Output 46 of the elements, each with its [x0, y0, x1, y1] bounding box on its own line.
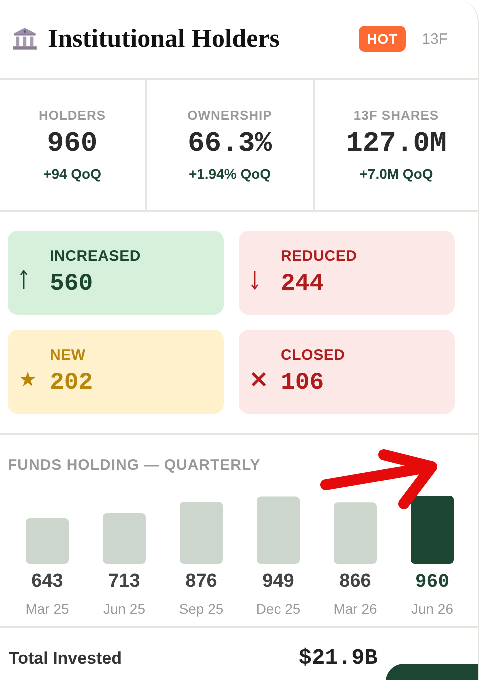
bar	[26, 518, 69, 564]
star-icon	[20, 370, 36, 388]
stat-value: 127.0M	[346, 129, 447, 160]
stat-value: 960	[47, 129, 98, 160]
stat-change: +1.94% QoQ	[188, 166, 272, 182]
up-arrow-icon	[20, 270, 28, 290]
stat-label: OWNERSHIP	[188, 108, 272, 123]
chart-title: FUNDS HOLDING — QUARTERLY	[8, 457, 262, 474]
tile-label: CLOSED	[281, 347, 346, 364]
stat-change: +94 QoQ	[44, 166, 102, 182]
bank-icon	[12, 26, 38, 52]
card-title: Institutional Holders	[48, 24, 280, 54]
tile-value: 106	[281, 370, 326, 397]
bar	[103, 514, 146, 564]
bar-value: 866	[340, 571, 372, 592]
axis-label: Jun 26	[411, 601, 454, 617]
summary-value: $21.9B	[298, 646, 378, 671]
source-label: 13F	[422, 30, 448, 48]
bar-value: 643	[32, 571, 64, 592]
summary-label: Total Invested	[9, 648, 122, 668]
bar	[334, 502, 377, 564]
bar-value: 876	[186, 571, 218, 592]
stat-change: +7.0M QoQ	[360, 166, 434, 182]
bar	[257, 496, 300, 564]
bar-value: 713	[108, 571, 140, 592]
tile-label: NEW	[50, 347, 87, 364]
bar	[411, 496, 454, 564]
axis-label: Mar 25	[26, 601, 70, 617]
tile-value: 202	[50, 370, 94, 397]
bar-value: 960	[415, 571, 450, 593]
close-icon	[251, 370, 267, 388]
down-arrow-icon	[251, 270, 259, 290]
hot-badge: HOT	[359, 26, 406, 52]
tile-value: 244	[281, 271, 326, 298]
bar-value: 949	[262, 571, 294, 592]
axis-label: Sep 25	[179, 601, 224, 617]
tile-label: REDUCED	[281, 248, 358, 265]
tile-label: INCREASED	[50, 248, 142, 265]
axis-label: Jun 25	[103, 601, 146, 617]
axis-label: Mar 26	[334, 601, 378, 617]
stat-value: 66.3%	[188, 129, 272, 160]
axis-label: Dec 25	[256, 601, 301, 617]
tile-value: 560	[50, 271, 94, 298]
bar	[180, 502, 223, 564]
stat-label: HOLDERS	[38, 108, 106, 123]
stat-label: 13F SHARES	[354, 108, 440, 123]
